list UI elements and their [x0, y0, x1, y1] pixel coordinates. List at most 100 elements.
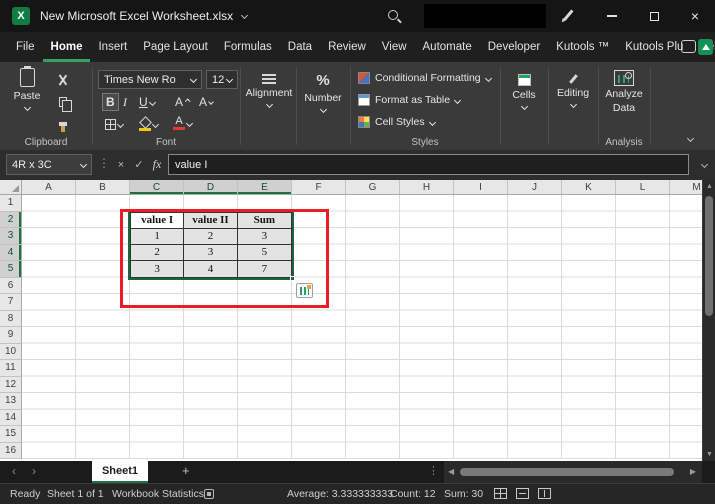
- row-header-3[interactable]: 3: [0, 228, 22, 245]
- horizontal-scrollbar[interactable]: ◀ ▶: [444, 461, 702, 483]
- select-all-corner[interactable]: [0, 180, 22, 195]
- close-button[interactable]: ×: [675, 0, 715, 32]
- column-header-E[interactable]: E: [238, 180, 292, 194]
- underline-button[interactable]: U: [136, 93, 158, 111]
- enter-button[interactable]: ✓: [130, 154, 148, 175]
- tab-developer[interactable]: Developer: [480, 32, 548, 62]
- row-header-14[interactable]: 14: [0, 410, 22, 427]
- cell-E4[interactable]: 5: [238, 245, 291, 261]
- conditional-formatting-button[interactable]: Conditional Formatting: [358, 72, 491, 84]
- page-break-preview-icon[interactable]: [538, 488, 551, 499]
- analyze-data-button[interactable]: Analyze Data: [600, 70, 648, 114]
- spreadsheet-grid[interactable]: value Ivalue IISum123235347: [22, 195, 702, 459]
- cell-D5[interactable]: 4: [184, 261, 237, 277]
- pen-icon[interactable]: [563, 9, 573, 20]
- vertical-scrollbar-thumb[interactable]: [705, 196, 713, 316]
- tab-file[interactable]: File: [8, 32, 43, 62]
- row-header-10[interactable]: 10: [0, 344, 22, 361]
- font-color-button[interactable]: A: [170, 114, 195, 132]
- cell-D3[interactable]: 2: [184, 229, 237, 245]
- macro-record-icon[interactable]: [204, 489, 214, 499]
- row-header-12[interactable]: 12: [0, 377, 22, 394]
- column-header-D[interactable]: D: [184, 180, 238, 194]
- scroll-down-icon[interactable]: ▼: [706, 451, 713, 458]
- italic-button[interactable]: I: [120, 93, 130, 111]
- cut-button[interactable]: [52, 70, 74, 89]
- share-button[interactable]: [698, 39, 713, 55]
- column-header-L[interactable]: L: [616, 180, 670, 194]
- fill-handle[interactable]: [290, 276, 295, 281]
- column-header-A[interactable]: A: [22, 180, 76, 194]
- column-header-H[interactable]: H: [400, 180, 454, 194]
- cell-C2[interactable]: value I: [131, 213, 184, 229]
- tab-review[interactable]: Review: [320, 32, 374, 62]
- column-header-J[interactable]: J: [508, 180, 562, 194]
- bold-button[interactable]: B: [102, 93, 119, 111]
- insert-function-button[interactable]: fx: [148, 154, 166, 175]
- tab-insert[interactable]: Insert: [90, 32, 135, 62]
- font-size-combobox[interactable]: 12: [206, 70, 238, 89]
- quick-analysis-button[interactable]: [296, 283, 313, 298]
- row-header-5[interactable]: 5: [0, 261, 22, 278]
- editing-button[interactable]: Editing: [550, 74, 596, 107]
- cell-styles-button[interactable]: Cell Styles: [358, 116, 435, 128]
- number-button[interactable]: % Number: [299, 72, 347, 112]
- drag-handle-dots[interactable]: ⋮: [98, 156, 110, 170]
- row-header-1[interactable]: 1: [0, 195, 22, 212]
- title-chevron-icon[interactable]: [241, 12, 248, 19]
- cell-E5[interactable]: 7: [238, 261, 291, 277]
- format-painter-button[interactable]: [52, 114, 74, 133]
- horizontal-scrollbar-thumb[interactable]: [460, 468, 674, 476]
- formula-input[interactable]: value I: [168, 154, 689, 175]
- scroll-left-icon[interactable]: ◀: [448, 467, 454, 476]
- comments-icon[interactable]: [681, 40, 696, 53]
- tab-kutools[interactable]: Kutools ™: [548, 32, 617, 62]
- cell-D4[interactable]: 3: [184, 245, 237, 261]
- previous-sheet-button[interactable]: ‹: [12, 464, 16, 478]
- row-header-7[interactable]: 7: [0, 294, 22, 311]
- column-header-I[interactable]: I: [454, 180, 508, 194]
- column-header-F[interactable]: F: [292, 180, 346, 194]
- tab-bar-dots[interactable]: ⋮: [428, 464, 439, 477]
- column-header-K[interactable]: K: [562, 180, 616, 194]
- copy-button[interactable]: [52, 92, 74, 111]
- tab-view[interactable]: View: [374, 32, 415, 62]
- fill-color-button[interactable]: [136, 115, 161, 133]
- scroll-right-icon[interactable]: ▶: [690, 467, 696, 476]
- maximize-button[interactable]: [634, 0, 674, 32]
- format-as-table-button[interactable]: Format as Table: [358, 94, 460, 106]
- column-header-C[interactable]: C: [130, 180, 184, 194]
- cell-C5[interactable]: 3: [131, 261, 184, 277]
- decrease-font-button[interactable]: A: [196, 93, 216, 111]
- normal-view-icon[interactable]: [494, 488, 507, 499]
- font-name-combobox[interactable]: Times New Ro: [98, 70, 202, 89]
- cell-E3[interactable]: 3: [238, 229, 291, 245]
- tab-automate[interactable]: Automate: [415, 32, 480, 62]
- row-header-15[interactable]: 15: [0, 426, 22, 443]
- cancel-button[interactable]: ×: [112, 154, 130, 175]
- cell-E2[interactable]: Sum: [238, 213, 291, 229]
- tab-data[interactable]: Data: [280, 32, 320, 62]
- minimize-button[interactable]: [592, 0, 632, 32]
- increase-font-button[interactable]: A: [172, 93, 192, 111]
- row-header-8[interactable]: 8: [0, 311, 22, 328]
- tab-formulas[interactable]: Formulas: [216, 32, 280, 62]
- row-header-16[interactable]: 16: [0, 443, 22, 460]
- row-header-13[interactable]: 13: [0, 393, 22, 410]
- row-header-2[interactable]: 2: [0, 212, 22, 229]
- ribbon-options-chevron[interactable]: [687, 135, 694, 142]
- cell-D2[interactable]: value II: [184, 213, 237, 229]
- vertical-scrollbar[interactable]: ▲ ▼: [702, 180, 715, 461]
- column-header-M[interactable]: M: [670, 180, 702, 194]
- add-sheet-button[interactable]: +: [182, 463, 190, 478]
- cell-C4[interactable]: 2: [131, 245, 184, 261]
- column-header-G[interactable]: G: [346, 180, 400, 194]
- search-icon[interactable]: [388, 10, 398, 20]
- cells-button[interactable]: Cells: [502, 74, 546, 109]
- column-header-B[interactable]: B: [76, 180, 130, 194]
- row-header-11[interactable]: 11: [0, 360, 22, 377]
- page-layout-view-icon[interactable]: [516, 488, 529, 499]
- alignment-button[interactable]: Alignment: [244, 74, 294, 107]
- name-box[interactable]: 4R x 3C: [6, 154, 92, 175]
- tab-page-layout[interactable]: Page Layout: [135, 32, 216, 62]
